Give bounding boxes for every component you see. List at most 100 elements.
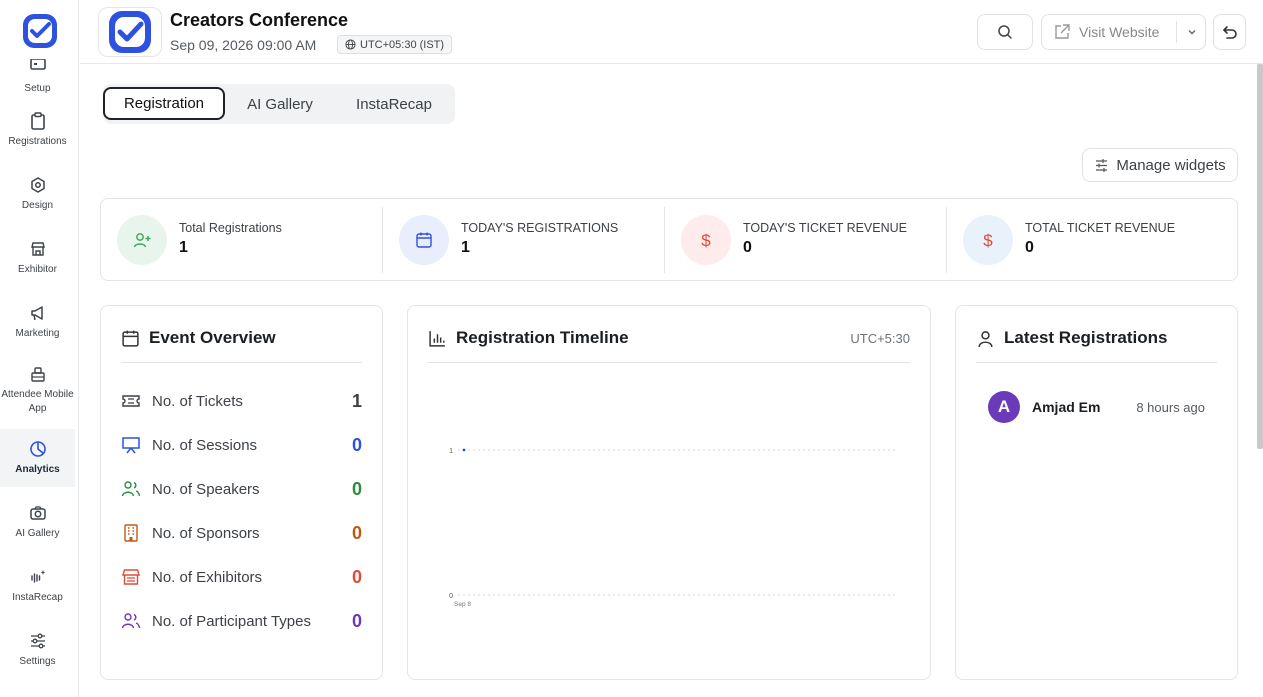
x-tick-label: Sep 8 — [454, 601, 471, 608]
sidebar-item-label: Marketing — [15, 327, 60, 339]
undo-button[interactable] — [1213, 14, 1246, 50]
user-plus-icon — [133, 233, 151, 248]
card-header: Event Overview — [121, 328, 362, 363]
sidebar-item-marketing[interactable]: Marketing — [0, 290, 75, 354]
dollar-icon: $ — [983, 231, 993, 250]
stat-value: 0 — [1025, 239, 1034, 256]
stat-icon-circle — [399, 215, 449, 265]
setup-icon — [29, 59, 46, 70]
event-overview-card: Event Overview No. of Tickets 1 No. of S… — [100, 305, 383, 680]
megaphone-icon — [30, 305, 43, 320]
stat-todays-registrations: TODAY'S REGISTRATIONS 1 — [383, 207, 665, 273]
overview-row-tickets: No. of Tickets 1 — [121, 389, 362, 413]
app-logo[interactable] — [18, 12, 62, 52]
sidebar-item-ai-gallery[interactable]: AI Gallery — [0, 490, 75, 554]
tab-ai-gallery[interactable]: AI Gallery — [235, 88, 325, 121]
overview-label: No. of Sponsors — [152, 524, 260, 542]
search-button[interactable] — [977, 14, 1033, 50]
users-icon — [121, 481, 141, 497]
divider — [1176, 21, 1177, 43]
tab-instarecap[interactable]: InstaRecap — [346, 88, 442, 121]
sidebar: Setup Registrations Design Exhibitor Mar… — [0, 0, 79, 697]
list-item[interactable]: A Amjad Em 8 hours ago — [988, 391, 1217, 423]
sidebar-item-registrations[interactable]: Registrations — [0, 98, 75, 162]
calendar-icon — [416, 232, 432, 248]
overview-value: 1 — [351, 390, 362, 411]
registration-timeline-card: Registration Timeline UTC+5:30 1 0 Sep 8 — [407, 305, 931, 680]
y-tick-label: 0 — [449, 593, 453, 600]
sidebar-item-label: Setup — [24, 83, 51, 94]
sidebar-item-setup[interactable]: Setup — [0, 58, 75, 98]
main-content: Registration AI Gallery InstaRecap Manag… — [80, 64, 1257, 697]
registration-time: 8 hours ago — [1136, 399, 1205, 415]
design-icon — [30, 176, 45, 193]
tab-registration[interactable]: Registration — [103, 87, 225, 120]
chevron-down-icon[interactable] — [1185, 25, 1199, 39]
manage-widgets-button[interactable]: Manage widgets — [1082, 148, 1238, 182]
sidebar-item-analytics[interactable]: Analytics — [0, 429, 75, 487]
sidebar-item-attendee-mobile-app[interactable]: Attendee Mobile App — [0, 354, 75, 426]
stat-label: TODAY'S TICKET REVENUE — [743, 221, 908, 235]
card-header: Latest Registrations — [976, 328, 1217, 363]
sliders-icon — [1096, 158, 1108, 172]
presentation-icon — [122, 437, 140, 454]
overview-value: 0 — [351, 566, 362, 587]
store-icon — [30, 241, 45, 256]
stat-label: Total Registrations — [179, 221, 282, 235]
card-title: Event Overview — [149, 328, 276, 347]
overview-row-participant-types: No. of Participant Types 0 — [121, 609, 362, 633]
event-title: Creators Conference — [170, 10, 349, 30]
event-date: Sep 09, 2026 09:00 AM — [170, 37, 317, 53]
undo-icon — [1222, 26, 1237, 39]
visit-website-label: Visit Website — [1079, 24, 1160, 40]
sparkle-audio-icon — [30, 569, 45, 583]
sidebar-item-label: Design — [21, 199, 54, 211]
stat-icon-circle: $ — [681, 215, 731, 265]
sidebar-item-settings[interactable]: Settings — [0, 618, 75, 682]
manage-widgets-label: Manage widgets — [1116, 156, 1226, 174]
calendar-icon — [122, 330, 139, 347]
registrant-name: Amjad Em — [1032, 399, 1101, 415]
building-icon — [124, 524, 138, 542]
stat-value: 1 — [461, 239, 470, 256]
stat-todays-ticket-revenue: $ TODAY'S TICKET REVENUE 0 — [665, 207, 947, 273]
globe-icon — [345, 39, 356, 50]
y-tick-label: 1 — [449, 448, 453, 455]
overview-row-exhibitors: No. of Exhibitors 0 — [121, 565, 362, 589]
overview-row-sponsors: No. of Sponsors 0 — [121, 521, 362, 545]
overview-value: 0 — [351, 434, 362, 455]
timeline-timezone: UTC+5:30 — [850, 331, 910, 346]
pie-chart-icon — [29, 440, 46, 457]
timezone-badge: UTC+05:30 (IST) — [337, 35, 453, 54]
participants-icon — [121, 613, 141, 629]
svg-text:$: $ — [701, 231, 711, 250]
mobile-app-icon — [30, 366, 45, 382]
external-link-icon — [1055, 24, 1070, 39]
stat-label: TODAY'S REGISTRATIONS — [461, 221, 619, 235]
camera-icon — [29, 505, 46, 520]
overview-label: No. of Participant Types — [152, 612, 311, 630]
store-icon — [122, 569, 140, 585]
card-header: Registration Timeline — [428, 328, 910, 363]
stat-label: TOTAL TICKET REVENUE — [1025, 221, 1176, 235]
sidebar-item-design[interactable]: Design — [0, 162, 75, 226]
sidebar-item-exhibitor[interactable]: Exhibitor — [0, 226, 75, 290]
sidebar-item-label: Analytics — [15, 463, 60, 475]
stat-icon-circle — [117, 215, 167, 265]
clipboard-icon — [30, 111, 45, 130]
tab-bar: Registration AI Gallery InstaRecap — [103, 84, 455, 124]
latest-registrations-card: Latest Registrations A Amjad Em 8 hours … — [955, 305, 1238, 680]
timeline-chart: 1 0Sep 8 — [449, 448, 898, 608]
visit-website-button[interactable]: Visit Website — [1041, 14, 1206, 50]
card-title: Latest Registrations — [1004, 328, 1168, 347]
scrollbar[interactable] — [1257, 64, 1263, 449]
sidebar-item-label: Settings — [19, 655, 56, 667]
event-logo — [98, 7, 162, 57]
sidebar-item-label: Exhibitor — [18, 263, 57, 275]
sidebar-item-instarecap[interactable]: InstaRecap — [0, 554, 75, 618]
avatar: A — [988, 391, 1020, 423]
overview-label: No. of Speakers — [152, 480, 260, 498]
ticket-icon — [122, 395, 140, 407]
card-title: Registration Timeline — [456, 328, 629, 347]
sidebar-item-label: Attendee Mobile App — [1, 388, 74, 414]
